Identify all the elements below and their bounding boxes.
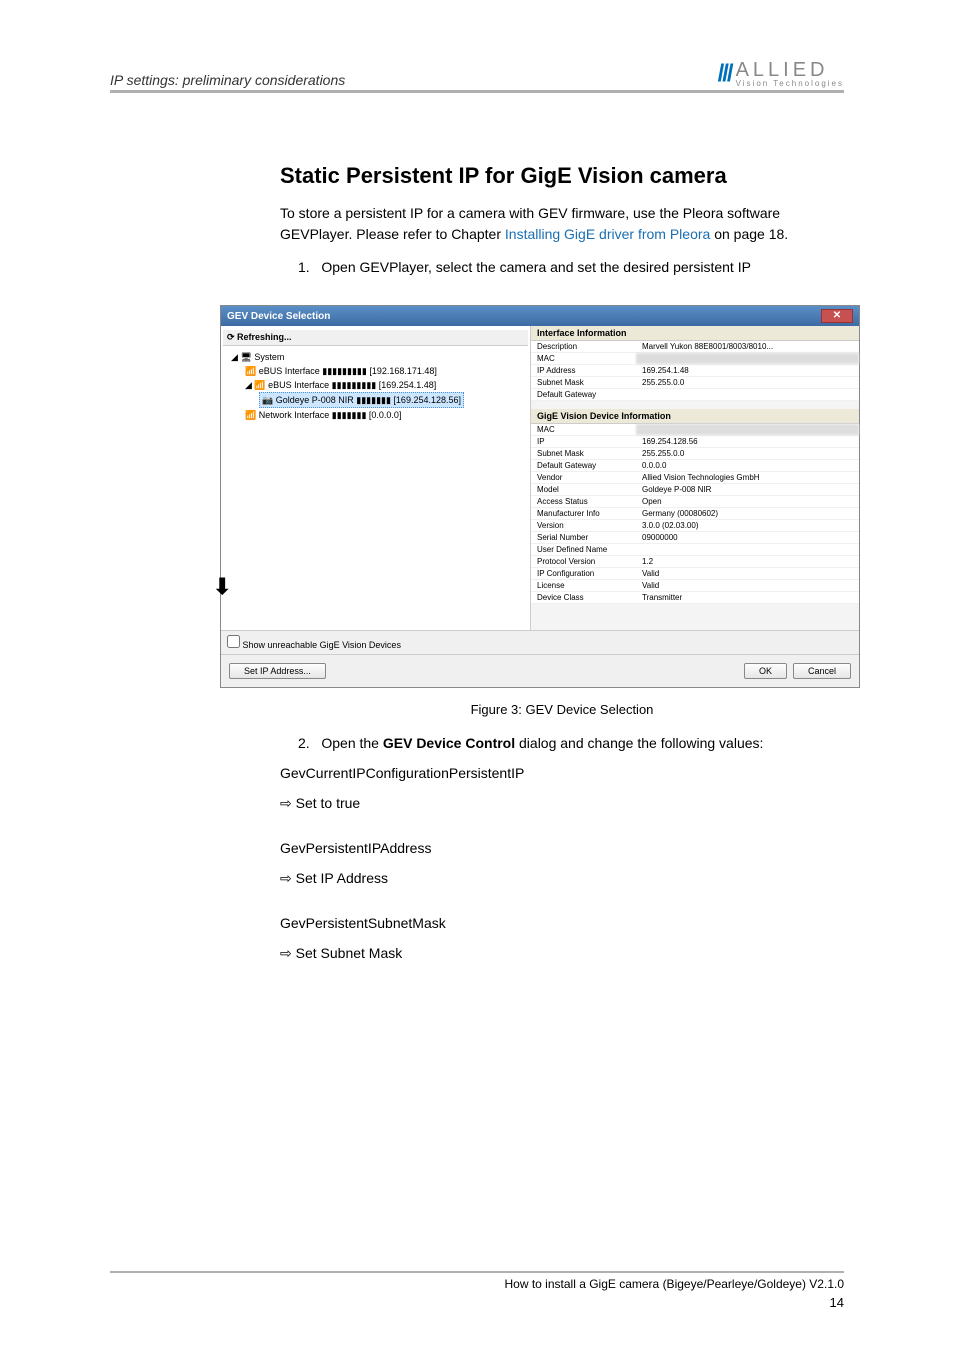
table-row: Manufacturer InfoGermany (00080602) (531, 508, 859, 520)
table-row: VendorAllied Vision Technologies GmbH (531, 472, 859, 484)
param-2: GevPersistentIPAddress (280, 840, 844, 856)
table-row: LicenseValid (531, 580, 859, 592)
ok-button[interactable]: OK (744, 663, 787, 679)
show-unreachable-checkbox[interactable] (227, 635, 240, 648)
close-icon[interactable]: ✕ (821, 309, 853, 323)
table-row: Subnet Mask255.255.0.0 (531, 448, 859, 460)
table-row: IP169.254.128.56 (531, 436, 859, 448)
figure-caption: Figure 3: GEV Device Selection (280, 702, 844, 717)
logo-main: ALLIED (736, 60, 844, 80)
table-row: IP ConfigurationValid (531, 568, 859, 580)
table-row: IP Address169.254.1.48 (531, 365, 859, 377)
selected-device[interactable]: 📷 Goldeye P-008 NIR ▮▮▮▮▮▮▮ [169.254.128… (259, 392, 464, 408)
brand-logo: /// ALLIED Vision Technologies (718, 60, 844, 88)
table-row: DescriptionMarvell Yukon 88E8001/8003/80… (531, 341, 859, 353)
annotation-arrow-icon: ⬇ (213, 574, 231, 600)
logo-slashes-icon: /// (718, 60, 732, 88)
table-row: MAC▮▮▮▮▮▮▮▮▮ (531, 353, 859, 365)
table-row: User Defined Name (531, 544, 859, 556)
gev-device-selection-dialog: GEV Device Selection ✕ ⟳ Refreshing... ◢… (220, 305, 860, 688)
cancel-button[interactable]: Cancel (793, 663, 851, 679)
dialog-title: GEV Device Selection (227, 311, 330, 322)
table-row: Protocol Version1.2 (531, 556, 859, 568)
step-1: 1. Open GEVPlayer, select the camera and… (298, 259, 844, 275)
footer-text: How to install a GigE camera (Bigeye/Pea… (505, 1277, 845, 1291)
interface-info-header: Interface Information (531, 326, 859, 341)
intro-text: To store a persistent IP for a camera wi… (280, 203, 844, 245)
breadcrumb: IP settings: preliminary considerations (110, 72, 345, 88)
table-row: Serial Number09000000 (531, 532, 859, 544)
param-2-action: Set IP Address (280, 870, 844, 887)
dialog-titlebar: GEV Device Selection ✕ (221, 306, 859, 326)
device-info-header: GigE Vision Device Information (531, 409, 859, 424)
param-1-action: Set to true (280, 795, 844, 812)
interface-info-table: DescriptionMarvell Yukon 88E8001/8003/80… (531, 341, 859, 401)
set-ip-button[interactable]: Set IP Address... (229, 663, 326, 679)
table-row: Device ClassTransmitter (531, 592, 859, 604)
table-row: Access StatusOpen (531, 496, 859, 508)
table-row: Default Gateway (531, 389, 859, 401)
logo-sub: Vision Technologies (736, 80, 844, 88)
table-row: Default Gateway0.0.0.0 (531, 460, 859, 472)
section-title: Static Persistent IP for GigE Vision cam… (280, 163, 844, 189)
param-3-action: Set Subnet Mask (280, 945, 844, 962)
param-1: GevCurrentIPConfigurationPersistentIP (280, 765, 844, 781)
table-row: Subnet Mask255.255.0.0 (531, 377, 859, 389)
device-tree[interactable]: ◢ 🖥 System 📶 eBUS Interface ▮▮▮▮▮▮▮▮▮ [1… (223, 346, 528, 626)
param-3: GevPersistentSubnetMask (280, 915, 844, 931)
step-2: 2. Open the GEV Device Control dialog an… (298, 735, 844, 751)
table-row: MAC▮▮▮▮▮▮▮▮▮ (531, 424, 859, 436)
table-row: Version3.0.0 (02.03.00) (531, 520, 859, 532)
table-row: ModelGoldeye P-008 NIR (531, 484, 859, 496)
refreshing-label: ⟳ Refreshing... (223, 330, 528, 346)
show-unreachable-row: Show unreachable GigE Vision Devices (221, 630, 859, 654)
device-info-table: MAC▮▮▮▮▮▮▮▮▮IP169.254.128.56Subnet Mask2… (531, 424, 859, 604)
chapter-link[interactable]: Installing GigE driver from Pleora (505, 226, 710, 242)
page-number: 14 (110, 1295, 844, 1310)
